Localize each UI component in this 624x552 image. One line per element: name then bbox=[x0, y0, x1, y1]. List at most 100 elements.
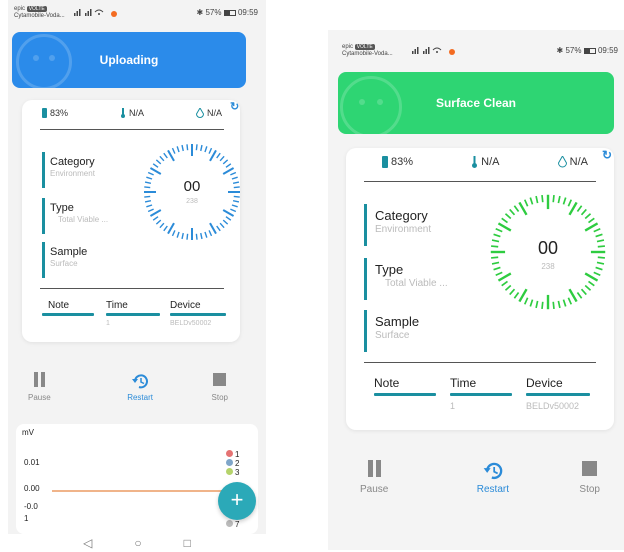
divider bbox=[364, 181, 596, 182]
field-value: Total Viable ... bbox=[58, 215, 109, 224]
divider bbox=[364, 362, 596, 363]
gauge-tick bbox=[147, 208, 154, 213]
gauge-tick bbox=[584, 222, 599, 232]
column-underline bbox=[450, 393, 512, 396]
carrier-name: Cytamobile-Voda... bbox=[342, 51, 393, 57]
field-value: Surface bbox=[50, 259, 78, 268]
gauge-tick bbox=[541, 301, 544, 310]
status-bar: epic VOLTE Cytamobile-Voda... ✱ 57% 09:5… bbox=[328, 38, 624, 62]
gauge-tick bbox=[171, 230, 176, 237]
gauge-tick bbox=[209, 149, 217, 162]
note-column: Note bbox=[374, 376, 436, 399]
column-value: 1 bbox=[450, 401, 456, 411]
gauge-tick bbox=[497, 222, 512, 232]
gauge-tick bbox=[144, 195, 151, 198]
pause-label: Pause bbox=[28, 393, 51, 402]
temperature-stat: N/A bbox=[120, 108, 144, 118]
gauge-tick bbox=[595, 233, 603, 238]
category-field: Category Environment bbox=[42, 152, 95, 188]
gauge-tick bbox=[222, 159, 229, 165]
gauge-tick bbox=[208, 230, 213, 237]
gauge-tick bbox=[504, 284, 512, 291]
stop-button[interactable]: Stop bbox=[579, 460, 600, 495]
restart-label: Restart bbox=[476, 484, 509, 495]
restart-label: Restart bbox=[127, 393, 153, 402]
volte-badge: VOLTE bbox=[354, 44, 375, 50]
gauge-tick bbox=[593, 271, 601, 277]
column-header: Note bbox=[374, 376, 400, 390]
column-header: Time bbox=[106, 300, 128, 311]
gauge-tick bbox=[176, 146, 180, 153]
y-tick: 0.01 bbox=[24, 458, 40, 467]
gauge-tick bbox=[195, 144, 198, 151]
gauge-tick bbox=[495, 271, 503, 277]
gauge-tick bbox=[155, 219, 162, 225]
field-label: Sample bbox=[50, 246, 88, 258]
type-field: Type Total Viable ... bbox=[42, 198, 108, 234]
banner-title: Surface Clean bbox=[435, 96, 517, 110]
battery-icon bbox=[583, 47, 596, 54]
gauge-tick bbox=[181, 232, 184, 240]
battery-icon bbox=[223, 9, 236, 16]
sensor-stats: 83% N/A N/A bbox=[382, 156, 588, 168]
battery-stat: 83% bbox=[382, 156, 413, 168]
gauge-tick bbox=[584, 284, 592, 291]
carrier-info: epic VOLTE Cytamobile-Voda... bbox=[14, 6, 65, 20]
humidity-stat: N/A bbox=[557, 156, 588, 168]
refresh-icon[interactable]: ↻ bbox=[602, 148, 612, 162]
gauge-tick bbox=[568, 201, 578, 216]
field-label: Sample bbox=[375, 314, 420, 329]
gauge-tick bbox=[567, 297, 573, 305]
signal-chart: mV 0.01 0.00 -0.0 1 1 2 3 7 bbox=[16, 424, 258, 534]
gauge-tick bbox=[222, 209, 235, 217]
add-button[interactable]: + bbox=[218, 482, 256, 520]
water-drop-icon bbox=[195, 108, 204, 118]
recent-apps-icon[interactable]: □ bbox=[184, 534, 191, 552]
gauge-tick bbox=[580, 208, 587, 216]
pause-button[interactable]: Pause bbox=[360, 460, 388, 495]
home-icon[interactable]: ○ bbox=[134, 534, 141, 552]
refresh-icon[interactable]: ↻ bbox=[230, 100, 239, 113]
chart-ylabel: mV bbox=[22, 428, 34, 437]
restart-button[interactable]: Restart bbox=[477, 460, 509, 495]
status-banner: Uploading bbox=[12, 32, 246, 88]
gauge-tick bbox=[504, 213, 512, 220]
water-drop-icon bbox=[557, 156, 567, 168]
back-icon[interactable]: ◁ bbox=[83, 534, 92, 552]
thermometer-icon bbox=[472, 156, 478, 168]
legend-item: 1 bbox=[226, 450, 239, 459]
gauge-tick bbox=[588, 280, 595, 287]
gauge-tick bbox=[513, 205, 520, 212]
gauge-tick bbox=[225, 216, 232, 221]
pause-icon bbox=[367, 460, 381, 477]
legend-item: 2 bbox=[226, 459, 239, 468]
stop-button[interactable]: Stop bbox=[212, 372, 228, 402]
gauge-tick bbox=[552, 301, 555, 310]
notification-dot-icon bbox=[449, 48, 456, 55]
clock: 09:59 bbox=[597, 46, 618, 55]
gauge-tick bbox=[513, 292, 520, 299]
gauge-tick bbox=[233, 195, 240, 198]
gauge-tick bbox=[497, 272, 512, 282]
column-value: 1 bbox=[106, 320, 110, 327]
restart-icon bbox=[483, 462, 503, 480]
gauge-tick bbox=[204, 231, 208, 238]
gauge-tick bbox=[163, 152, 168, 159]
status-banner: Surface Clean bbox=[338, 72, 614, 134]
signal-icon bbox=[74, 8, 118, 18]
gauge-tick bbox=[146, 204, 153, 208]
status-right: ✱ 57% 09:59 bbox=[197, 8, 258, 17]
legend-item: 3 bbox=[226, 468, 239, 477]
gauge-tick bbox=[495, 227, 503, 233]
battery-percent: 57% bbox=[205, 8, 222, 17]
pause-button[interactable]: Pause bbox=[28, 372, 51, 402]
gauge-tick bbox=[219, 222, 225, 229]
signal-icon bbox=[412, 46, 456, 56]
restart-button[interactable]: Restart bbox=[127, 372, 153, 402]
gauge-tick bbox=[149, 167, 162, 175]
column-header: Device bbox=[170, 300, 201, 311]
smiley-watermark-icon bbox=[340, 76, 402, 134]
field-value: Total Viable ... bbox=[385, 278, 448, 289]
sample-field: Sample Surface bbox=[42, 242, 87, 278]
session-card: 83% N/A N/A ↻ Category Environment Type … bbox=[22, 100, 240, 342]
